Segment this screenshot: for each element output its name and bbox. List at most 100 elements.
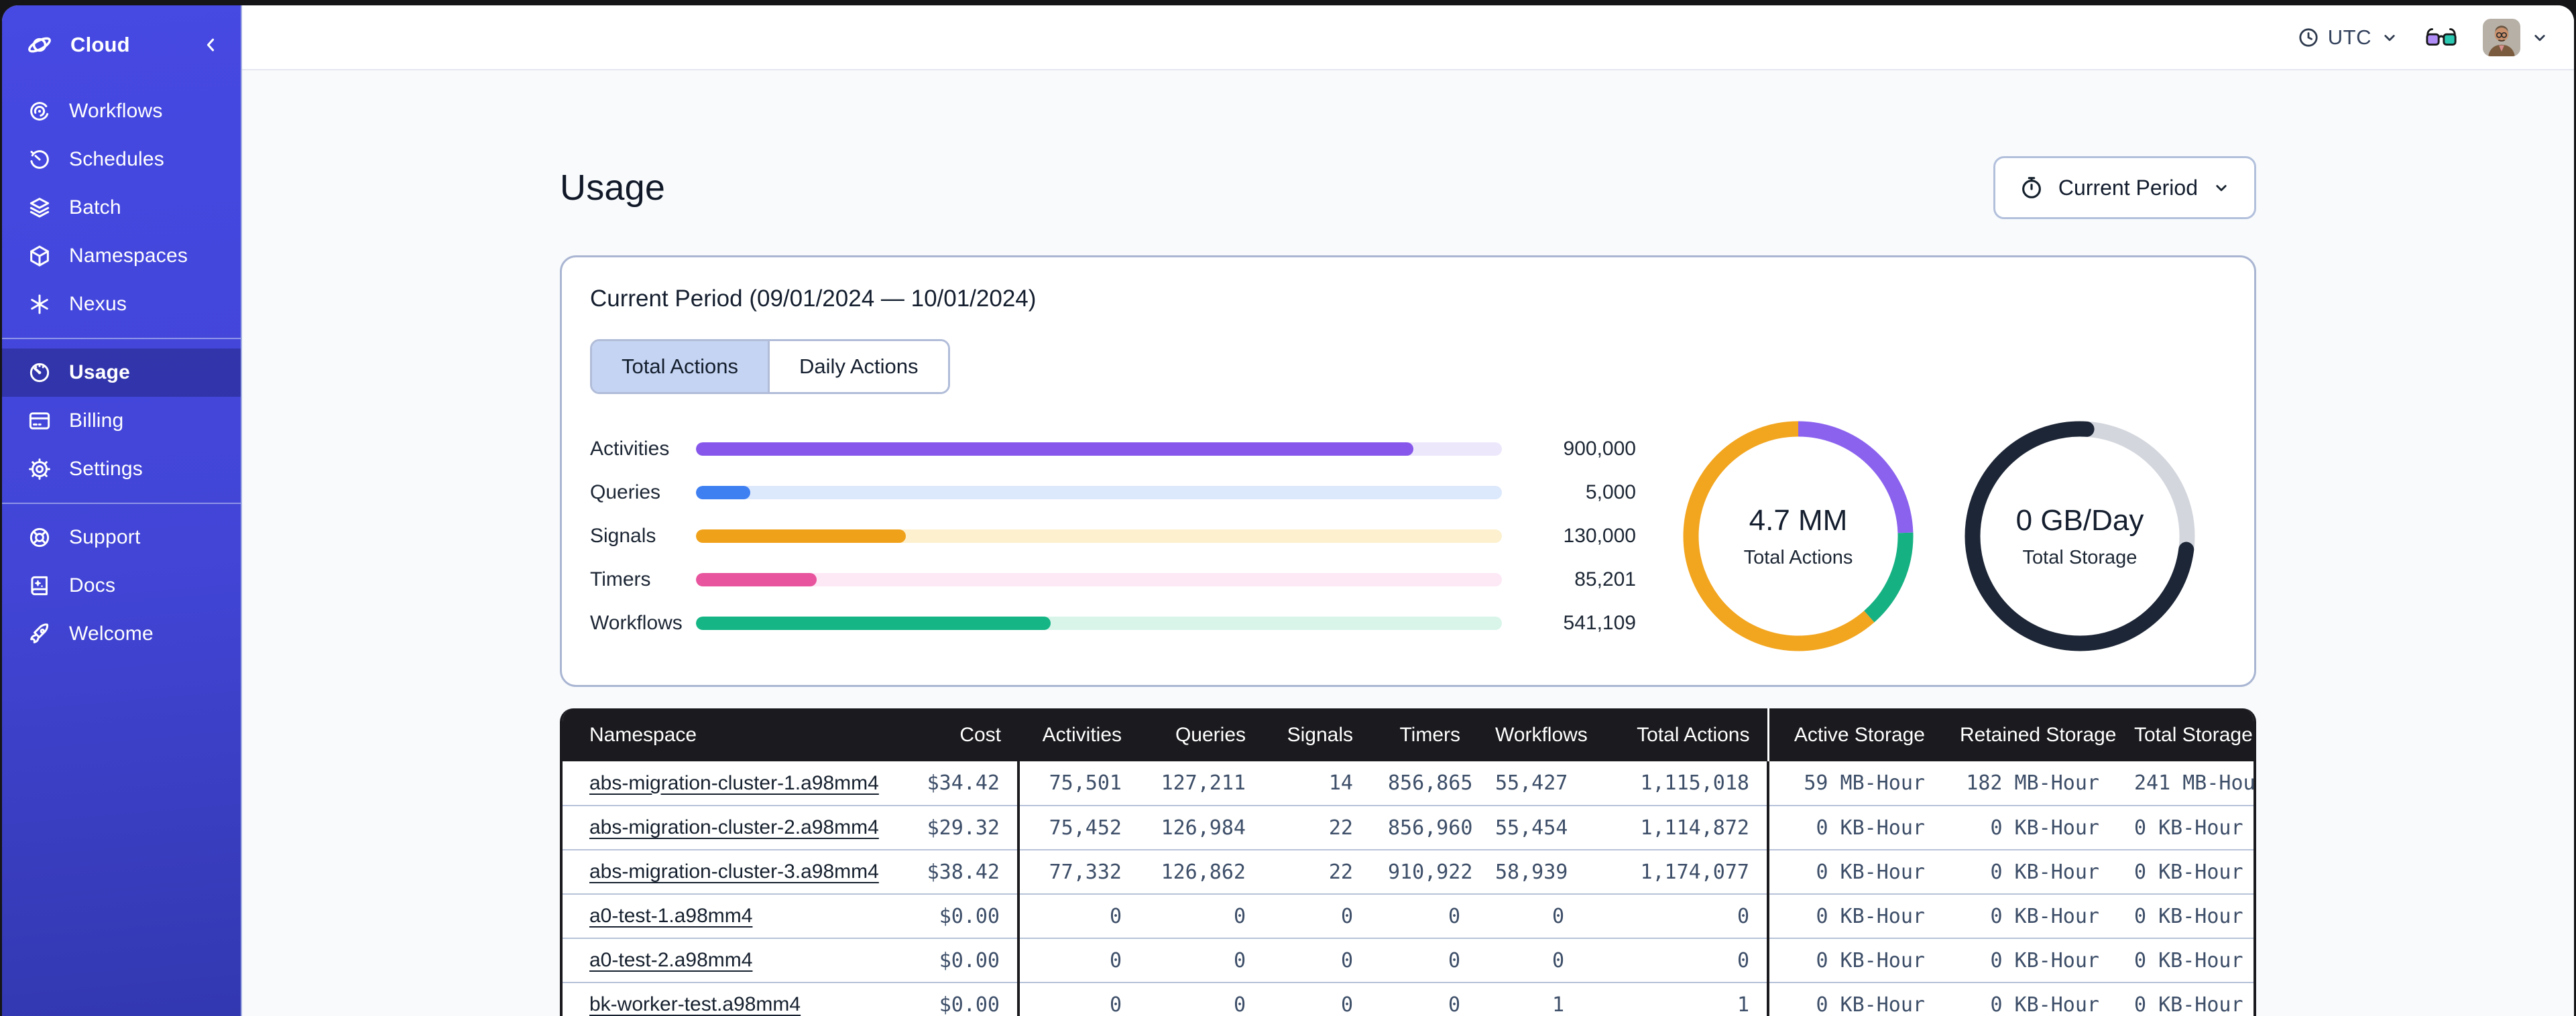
account-menu[interactable] [2483, 18, 2550, 56]
column-header-workflows: Workflows [1478, 708, 1588, 761]
bar-category-label: Queries [590, 481, 661, 503]
sidebar-item-support[interactable]: Support [2, 513, 241, 562]
sidebar-item-settings[interactable]: Settings [2, 445, 241, 493]
chevron-down-icon [2534, 34, 2545, 41]
cell-namespace: a0-test-2.a98mm4 [563, 938, 898, 983]
sidebar-item-billing[interactable]: Billing [2, 397, 241, 445]
table-row: a0-test-2.a98mm4 $0.00 0 0 0 0 0 0 0 KB-Hour 0 KB… [563, 938, 2253, 983]
cell-workflows: 0 [1478, 894, 1582, 939]
namespaces-icon [26, 243, 53, 269]
bar-row-signals: Signals 130,000 [590, 515, 1636, 558]
actions-tabs: Total Actions Daily Actions [590, 339, 950, 394]
nexus-icon [26, 291, 53, 318]
bar-value: 5,000 [1585, 481, 1636, 503]
cell-signals: 0 [1263, 894, 1370, 939]
docs-icon [26, 572, 53, 599]
clock-icon [2299, 27, 2318, 47]
cell-total_actions: 1,174,077 [1582, 850, 1768, 895]
cell-active_storage: 0 KB-Hour [1767, 850, 1942, 895]
chevron-down-icon [2216, 185, 2227, 192]
cell-retained_storage: 0 KB-Hour [1942, 982, 2117, 1016]
cell-timers: 856,960 [1370, 806, 1478, 850]
cell-total_actions: 1 [1582, 982, 1768, 1016]
bar-track [696, 442, 1502, 456]
cell-signals: 14 [1263, 761, 1370, 806]
cell-namespace: abs-migration-cluster-1.a98mm4 [563, 761, 898, 806]
sidebar-item-label: Docs [69, 574, 116, 596]
cell-workflows: 55,454 [1478, 806, 1582, 850]
cell-namespace: bk-worker-test.a98mm4 [563, 982, 898, 1016]
stopwatch-icon [2022, 177, 2041, 198]
total-storage-donut-chart: 0 GB/Day Total Storage [1958, 414, 2202, 658]
table-row: a0-test-1.a98mm4 $0.00 0 0 0 0 0 0 0 KB-Hour 0 KB… [563, 894, 2253, 939]
cell-retained_storage: 0 KB-Hour [1942, 894, 2117, 939]
bar-row-queries: Queries 5,000 [590, 471, 1636, 515]
namespace-link[interactable]: a0-test-2.a98mm4 [589, 949, 752, 971]
cell-workflows: 0 [1478, 938, 1582, 983]
total-storage-label: Total Storage [2022, 546, 2138, 568]
column-header-timers: Timers [1370, 708, 1478, 761]
cell-workflows: 1 [1478, 982, 1582, 1016]
timezone-selector[interactable]: UTC [2297, 25, 2400, 50]
table-row: abs-migration-cluster-1.a98mm4 $34.42 75,5… [563, 761, 2253, 806]
cell-cost: $34.42 [898, 761, 1018, 806]
feedback-glasses-icon[interactable] [2425, 25, 2457, 50]
namespace-link[interactable]: abs-migration-cluster-2.a98mm4 [589, 816, 879, 838]
avatar[interactable] [2483, 18, 2520, 56]
sidebar-item-namespaces[interactable]: Namespaces [2, 232, 241, 280]
bar-fill [696, 529, 906, 543]
column-header-namespace: Namespace [563, 708, 898, 761]
namespace-link[interactable]: abs-migration-cluster-3.a98mm4 [589, 861, 879, 883]
namespace-link[interactable]: abs-migration-cluster-1.a98mm4 [589, 772, 879, 794]
cell-queries: 126,862 [1139, 850, 1263, 895]
sidebar-item-workflows[interactable]: Workflows [2, 87, 241, 135]
usage-summary-card: Current Period (09/01/2024 — 10/01/2024)… [560, 255, 2256, 687]
sidebar: Cloud Workflows Schedules Batch Namespaces N… [2, 5, 242, 1016]
tab-total-actions[interactable]: Total Actions [592, 341, 768, 392]
tab-daily-actions[interactable]: Daily Actions [768, 341, 948, 392]
cell-queries: 0 [1139, 938, 1263, 983]
sidebar-item-schedules[interactable]: Schedules [2, 135, 241, 184]
bar-row-timers: Timers 85,201 [590, 558, 1636, 602]
page-title: Usage [560, 168, 666, 208]
sidebar-item-docs[interactable]: Docs [2, 562, 241, 610]
cell-retained_storage: 182 MB-Hour [1942, 761, 2117, 806]
sidebar-item-label: Namespaces [69, 245, 188, 267]
cell-timers: 0 [1370, 894, 1478, 939]
namespace-link[interactable]: bk-worker-test.a98mm4 [589, 993, 801, 1015]
bar-row-workflows: Workflows 541,109 [590, 602, 1636, 645]
sidebar-collapse-button[interactable] [199, 34, 222, 56]
period-selector-label: Current Period [2058, 175, 2198, 200]
cell-total_storage: 0 KB-Hour [2117, 850, 2253, 895]
namespace-link[interactable]: a0-test-1.a98mm4 [589, 905, 752, 927]
total-actions-value: 4.7 MM [1749, 503, 1848, 537]
sidebar-item-batch[interactable]: Batch [2, 184, 241, 232]
column-header-queries: Queries [1139, 708, 1263, 761]
sidebar-item-label: Schedules [69, 148, 164, 170]
column-header-retained_storage: Retained Storage [1942, 708, 2117, 761]
chevron-down-icon [2384, 34, 2395, 41]
total-storage-value: 0 GB/Day [2015, 503, 2144, 537]
cell-signals: 22 [1263, 806, 1370, 850]
bar-fill [696, 573, 817, 586]
sidebar-item-usage[interactable]: Usage [2, 348, 241, 397]
sidebar-nav: Workflows Schedules Batch Namespaces Nexus Us… [2, 78, 241, 668]
sidebar-group-1: Workflows Schedules Batch Namespaces Nexus [2, 78, 241, 338]
cell-retained_storage: 0 KB-Hour [1942, 938, 2117, 983]
workflows-icon [26, 98, 53, 125]
cell-total_actions: 1,114,872 [1582, 806, 1768, 850]
sidebar-item-nexus[interactable]: Nexus [2, 280, 241, 328]
cell-workflows: 55,427 [1478, 761, 1582, 806]
period-selector-button[interactable]: Current Period [1993, 156, 2256, 219]
namespace-usage-table: Namespace Cost Activities Queries Signals Tim… [560, 708, 2256, 1016]
sidebar-item-label: Settings [69, 458, 143, 480]
table-row: bk-worker-test.a98mm4 $0.00 0 0 0 0 1 1 0 KB-Hou… [563, 982, 2253, 1016]
cell-total_actions: 0 [1582, 894, 1768, 939]
sidebar-item-welcome[interactable]: Welcome [2, 610, 241, 658]
cell-active_storage: 0 KB-Hour [1767, 806, 1942, 850]
schedules-icon [26, 146, 53, 173]
cell-timers: 0 [1370, 982, 1478, 1016]
total-actions-label: Total Actions [1743, 546, 1853, 568]
card-title: Current Period (09/01/2024 — 10/01/2024) [590, 285, 1037, 312]
cell-cost: $0.00 [898, 982, 1018, 1016]
